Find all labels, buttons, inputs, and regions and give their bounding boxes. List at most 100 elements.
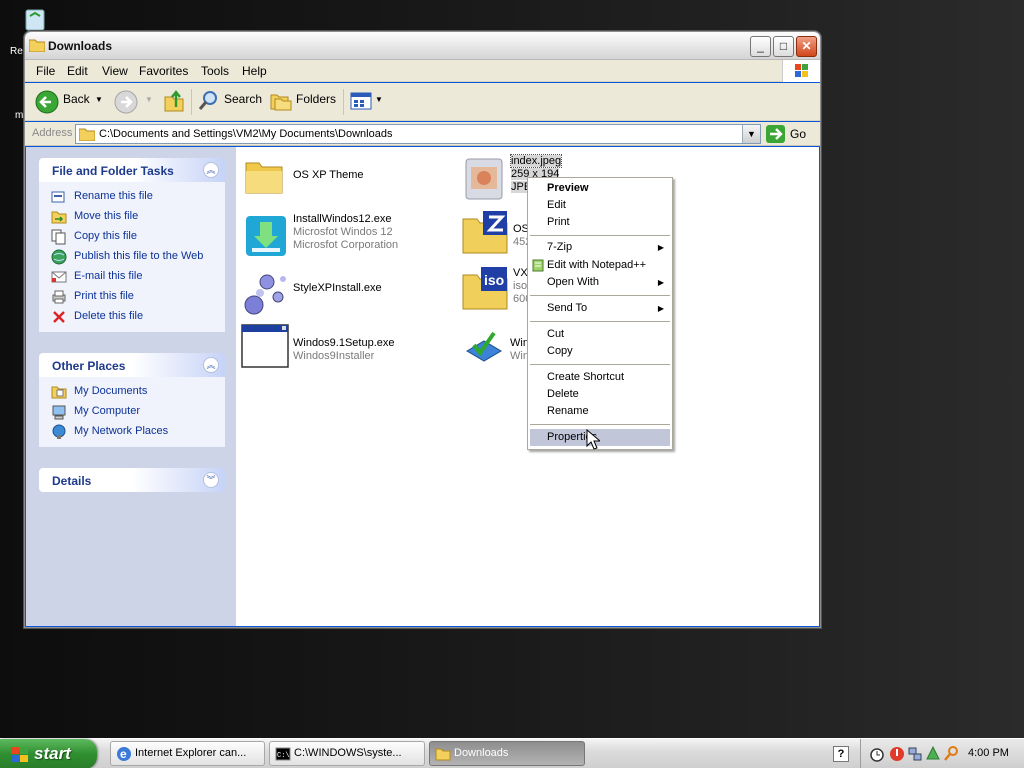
go-label: Go <box>790 127 807 141</box>
ctx-print[interactable]: Print <box>530 214 670 231</box>
explorer-window: Downloads _ □ ✕ File Edit View Favorites… <box>24 31 821 628</box>
my-computer-link[interactable]: My Computer <box>39 403 225 423</box>
taskbar-button-downloads[interactable]: Downloads <box>429 741 585 766</box>
forward-dropdown-icon[interactable]: ▼ <box>145 95 153 104</box>
ctx-edit-notepad[interactable]: Edit with Notepad++ <box>530 257 670 274</box>
ctx-open-with[interactable]: Open With ▶ <box>530 274 670 291</box>
notepad-plus-icon <box>532 259 544 272</box>
window-title: Downloads <box>48 39 113 53</box>
close-button[interactable]: ✕ <box>796 36 817 57</box>
task-pane: File and Folder Tasks ︽ Rename this file… <box>26 147 236 626</box>
windows-flag-icon <box>782 60 820 82</box>
windows-logo-icon <box>11 747 28 762</box>
recycle-bin-icon[interactable] <box>20 8 52 32</box>
ctx-create-shortcut[interactable]: Create Shortcut <box>530 369 670 386</box>
search-icon[interactable] <box>198 90 220 112</box>
folder-icon <box>29 39 45 52</box>
my-documents-link[interactable]: My Documents <box>39 383 225 403</box>
panel-header[interactable]: File and Folder Tasks ︽ <box>39 158 225 182</box>
security-alert-icon[interactable] <box>889 745 905 763</box>
address-dropdown-icon[interactable]: ▼ <box>742 125 760 143</box>
menu-help[interactable]: Help <box>242 64 267 78</box>
folders-button[interactable]: Folders <box>296 92 336 106</box>
file-name: OS XP Theme <box>293 169 364 181</box>
menu-file[interactable]: File <box>36 64 55 78</box>
file-item[interactable]: Windos9.1Setup.exe Windos9Installer <box>240 323 440 373</box>
ctx-preview[interactable]: Preview <box>530 180 670 197</box>
my-network-places-link[interactable]: My Network Places <box>39 423 225 443</box>
minimize-button[interactable]: _ <box>750 36 771 57</box>
taskbar-button-cmd[interactable]: C:\ C:\WINDOWS\syste... <box>269 741 425 766</box>
delete-file-link[interactable]: Delete this file <box>39 308 225 328</box>
help-question-icon[interactable]: ? <box>833 746 849 762</box>
alarm-clock-icon[interactable] <box>869 745 885 763</box>
email-file-link[interactable]: E-mail this file <box>39 268 225 288</box>
menu-separator <box>530 364 670 365</box>
menu-view[interactable]: View <box>102 64 128 78</box>
print-file-link[interactable]: Print this file <box>39 288 225 308</box>
svg-text:e: e <box>120 747 127 761</box>
collapse-chevron-icon[interactable]: ︽ <box>203 162 219 178</box>
file-description: Windos9Installer <box>293 350 375 362</box>
file-description: Microsfot Windos 12 <box>293 226 393 238</box>
menu-separator <box>530 424 670 425</box>
back-dropdown-icon[interactable]: ▼ <box>95 95 103 104</box>
ctx-delete[interactable]: Delete <box>530 386 670 403</box>
ctx-cut[interactable]: Cut <box>530 326 670 343</box>
ctx-rename[interactable]: Rename <box>530 403 670 420</box>
command-prompt-icon: C:\ <box>275 747 291 761</box>
search-tray-icon[interactable] <box>943 745 959 763</box>
publish-web-link[interactable]: Publish this file to the Web <box>39 248 225 268</box>
ctx-label: Send To <box>547 302 588 314</box>
folder-icon <box>435 748 451 761</box>
toolbar: Back ▼ ▼ Search Folders ▼ <box>25 83 820 121</box>
panel-header[interactable]: Other Places ︽ <box>39 353 225 377</box>
expand-chevron-icon[interactable]: ︾ <box>203 472 219 488</box>
ctx-label: Open With <box>547 276 599 288</box>
search-button[interactable]: Search <box>224 92 262 106</box>
title-bar[interactable]: Downloads _ □ ✕ <box>25 32 820 60</box>
panel-body: My Documents My Computer My Network Plac… <box>39 377 225 447</box>
file-item[interactable]: OS XP Theme <box>244 155 424 201</box>
forward-arrow-icon[interactable] <box>114 90 138 114</box>
ctx-7zip[interactable]: 7-Zip ▶ <box>530 239 670 256</box>
toolbar-separator <box>191 89 192 115</box>
my-documents-icon <box>51 386 67 399</box>
ctx-copy[interactable]: Copy <box>530 343 670 360</box>
tray-app-icon[interactable] <box>925 745 941 763</box>
move-file-link[interactable]: Move this file <box>39 208 225 228</box>
up-folder-icon[interactable] <box>163 89 185 113</box>
file-item[interactable]: StyleXPInstall.exe <box>240 267 440 317</box>
menu-tools[interactable]: Tools <box>201 64 229 78</box>
views-dropdown-icon[interactable]: ▼ <box>375 95 383 104</box>
ctx-edit[interactable]: Edit <box>530 197 670 214</box>
panel-header[interactable]: Details ︾ <box>39 468 225 492</box>
ctx-label: 7-Zip <box>547 241 573 253</box>
views-icon[interactable] <box>350 92 374 112</box>
file-item[interactable]: InstallWindos12.exe Microsfot Windos 12 … <box>244 212 444 260</box>
link-label: Move this file <box>74 210 139 222</box>
taskbar: start e Internet Explorer can... C:\ C:\… <box>0 738 1024 768</box>
rename-file-link[interactable]: Rename this file <box>39 188 225 208</box>
ctx-send-to[interactable]: Send To ▶ <box>530 300 670 317</box>
submenu-arrow-icon: ▶ <box>657 243 664 252</box>
start-button[interactable]: start <box>0 739 97 768</box>
file-name: Windos9.1Setup.exe <box>293 337 395 349</box>
link-label: Publish this file to the Web <box>74 250 204 262</box>
folders-icon[interactable] <box>270 91 292 111</box>
network-icon[interactable] <box>907 745 923 763</box>
collapse-chevron-icon[interactable]: ︽ <box>203 357 219 373</box>
taskbar-button-ie[interactable]: e Internet Explorer can... <box>110 741 265 766</box>
copy-file-link[interactable]: Copy this file <box>39 228 225 248</box>
address-input[interactable]: C:\Documents and Settings\VM2\My Documen… <box>75 124 761 144</box>
installer-icon <box>246 216 286 256</box>
menu-separator <box>530 321 670 322</box>
maximize-button[interactable]: □ <box>773 36 794 57</box>
ctx-properties[interactable]: Properties <box>530 429 670 446</box>
menu-edit[interactable]: Edit <box>67 64 88 78</box>
taskbar-button-label: C:\WINDOWS\syste... <box>294 747 402 759</box>
menu-favorites[interactable]: Favorites <box>139 64 188 78</box>
back-button[interactable]: Back <box>63 92 90 106</box>
7zip-archive-icon <box>462 211 508 254</box>
back-arrow-icon[interactable] <box>35 90 59 114</box>
